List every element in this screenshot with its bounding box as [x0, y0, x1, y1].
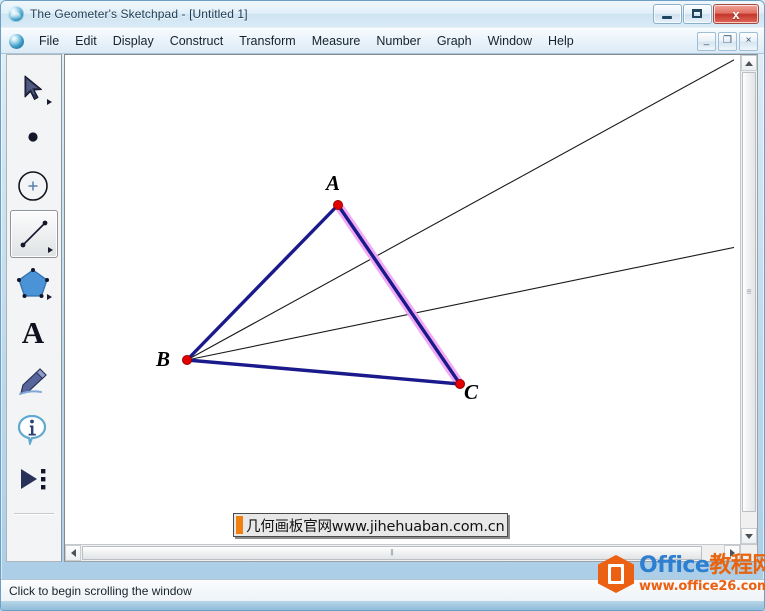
segment-BC — [185, 358, 462, 386]
point-label-b[interactable]: B — [156, 347, 170, 372]
compass-tool[interactable] — [7, 161, 59, 210]
straightedge-tool[interactable] — [10, 210, 58, 258]
scroll-down-arrow[interactable] — [741, 528, 757, 544]
window-bottom-edge — [1, 601, 764, 610]
arrow-cursor-icon — [24, 75, 42, 100]
chevron-up-icon — [745, 60, 753, 66]
segment-AC — [336, 203, 462, 386]
point-B — [182, 354, 193, 365]
point-label-c[interactable]: C — [464, 380, 478, 405]
arrow-select-tool[interactable] — [7, 63, 59, 112]
flyout-triangle-icon[interactable] — [47, 99, 52, 105]
vertical-scrollbar[interactable]: ≡ — [740, 55, 757, 544]
office-hex-icon — [598, 554, 636, 594]
mdi-restore-icon: ❐ — [723, 35, 732, 46]
sketch-canvas[interactable]: A B C 几何画板官网www.jihehuaban.com.cn — [65, 55, 734, 544]
geometry-figure — [182, 59, 734, 389]
mdi-minimize-icon: _ — [703, 35, 710, 46]
office-logo-url: www.office26.com — [639, 579, 765, 594]
scroll-left-arrow[interactable] — [65, 545, 81, 561]
information-tool[interactable] — [7, 405, 59, 454]
office-logo-en: Office — [639, 553, 710, 578]
menu-item-construct[interactable]: Construct — [162, 31, 232, 51]
office-logo-title: Office教程网 — [639, 555, 765, 577]
menu-item-measure[interactable]: Measure — [304, 31, 369, 51]
document-glyph — [608, 564, 624, 584]
status-message: Click to begin scrolling the window — [9, 583, 192, 598]
point-label-a[interactable]: A — [326, 171, 340, 196]
svg-text:A: A — [22, 316, 45, 348]
point-A — [332, 199, 343, 210]
scroll-grip-icon: ‖ — [390, 547, 394, 558]
menu-item-window[interactable]: Window — [480, 31, 540, 51]
vertical-scroll-thumb[interactable]: ≡ — [742, 72, 756, 512]
point-tool[interactable] — [7, 112, 59, 161]
scroll-grip-icon: ≡ — [746, 286, 752, 297]
play-dots-icon — [21, 468, 46, 489]
text-a-icon: A — [22, 316, 45, 348]
circle-compass-icon — [18, 170, 48, 201]
document-window: A B C 几何画板官网www.jihehuaban.com.cn ≡ ‖ — [64, 54, 758, 562]
mdi-restore-button[interactable]: ❐ — [718, 31, 737, 51]
ray-b-lower — [186, 246, 734, 361]
application-window: The Geometer's Sketchpad - [Untitled 1] … — [0, 0, 765, 611]
maximize-button[interactable] — [683, 4, 712, 24]
menu-item-display[interactable]: Display — [105, 31, 162, 51]
custom-tools[interactable] — [7, 454, 59, 503]
document-globe-icon[interactable] — [9, 33, 24, 49]
minimize-button[interactable] — [653, 4, 682, 24]
info-bubble-icon — [17, 414, 47, 445]
scroll-up-arrow[interactable] — [741, 55, 757, 71]
office-logo-cn: 教程网 — [709, 553, 765, 578]
window-title: The Geometer's Sketchpad - [Untitled 1] — [30, 7, 248, 21]
menu-item-help[interactable]: Help — [540, 31, 582, 51]
segment-line-icon — [20, 220, 48, 248]
flyout-triangle-icon[interactable] — [48, 247, 53, 253]
menu-item-graph[interactable]: Graph — [429, 31, 480, 51]
watermark-text: 几何画板官网www.jihehuaban.com.cn — [246, 518, 505, 535]
close-icon: x — [732, 6, 740, 22]
menu-item-number[interactable]: Number — [368, 31, 428, 51]
menu-item-file[interactable]: File — [31, 31, 67, 51]
sketchpad-globe-icon — [8, 6, 24, 22]
ray-b-upper — [186, 59, 734, 361]
menu-item-transform[interactable]: Transform — [231, 31, 304, 51]
mdi-close-icon: × — [745, 35, 752, 46]
toolbox-divider — [14, 513, 54, 515]
polygon-tool[interactable] — [7, 258, 59, 307]
pentagon-icon — [17, 267, 49, 298]
office-logo-text: Office教程网 www.office26.com — [639, 555, 765, 594]
menu-bar: File Edit Display Construct Transform Me… — [1, 28, 764, 54]
mdi-minimize-button[interactable]: _ — [697, 31, 716, 51]
watermark-accent-bar — [236, 516, 243, 534]
marker-pen-icon — [19, 367, 47, 395]
title-bar[interactable]: The Geometer's Sketchpad - [Untitled 1] … — [1, 1, 764, 27]
toolbox: A — [6, 54, 62, 562]
chevron-down-icon — [745, 533, 753, 539]
text-tool[interactable]: A — [7, 307, 59, 356]
office-site-logo: Office教程网 www.office26.com — [598, 553, 765, 595]
mdi-window-controls: _ ❐ × — [697, 31, 758, 51]
close-button[interactable]: x — [713, 4, 759, 24]
point-icon — [28, 131, 38, 142]
chevron-left-icon — [70, 549, 76, 557]
marker-tool[interactable] — [7, 356, 59, 405]
segment-AB — [185, 203, 340, 362]
site-watermark: 几何画板官网www.jihehuaban.com.cn — [233, 513, 508, 537]
menu-item-edit[interactable]: Edit — [67, 31, 105, 51]
tool-list: A — [7, 55, 61, 515]
mdi-close-button[interactable]: × — [739, 31, 758, 51]
flyout-triangle-icon[interactable] — [47, 294, 52, 300]
window-controls: x — [653, 4, 759, 24]
